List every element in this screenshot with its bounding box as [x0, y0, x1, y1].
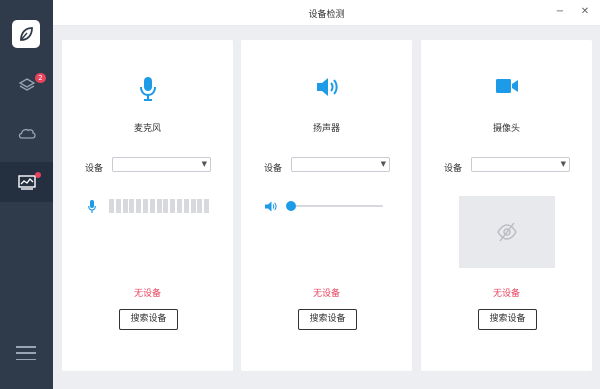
title-bar: 设备检测 − ✕	[53, 0, 600, 26]
camera-title: 摄像头	[492, 124, 520, 134]
notification-dot	[35, 172, 41, 178]
speaker-icon	[316, 78, 338, 96]
menu-icon-line	[16, 352, 36, 354]
video-camera-icon	[495, 79, 518, 93]
level-bar	[142, 199, 148, 213]
microphone-title: 麦克风	[133, 124, 161, 134]
level-bar	[136, 199, 142, 213]
level-bar	[115, 199, 121, 213]
search-device-button[interactable]: 搜索设备	[298, 309, 357, 330]
monitor-chart-icon	[17, 174, 36, 190]
sidebar-item-courses[interactable]	[0, 65, 53, 105]
microphone-device-select[interactable]: ▼	[112, 157, 211, 172]
menu-icon-line	[16, 358, 36, 360]
level-bar	[170, 199, 176, 213]
app-logo[interactable]	[12, 20, 40, 48]
speaker-device-select[interactable]: ▼	[291, 157, 390, 172]
camera-preview	[459, 196, 555, 268]
camera-device-select[interactable]: ▼	[471, 157, 570, 172]
minimize-button[interactable]: −	[552, 4, 568, 20]
menu-icon-line	[16, 346, 36, 348]
notification-badge: 2	[35, 73, 46, 83]
level-bar	[163, 199, 169, 213]
no-camera-icon	[497, 222, 517, 242]
volume-control	[265, 199, 383, 213]
camera-card: 摄像头 设备 ▼ 无设备 搜索设备	[421, 40, 592, 371]
sidebar-item-device-check[interactable]	[0, 162, 53, 202]
search-device-button[interactable]: 搜索设备	[119, 309, 178, 330]
cloud-icon	[18, 128, 36, 139]
minimize-icon: −	[555, 6, 565, 17]
level-bar	[204, 199, 210, 213]
mic-level-meter	[88, 199, 211, 213]
no-device-status: 无设备	[312, 289, 340, 299]
layers-icon	[18, 78, 35, 91]
speaker-title: 扬声器	[312, 124, 340, 134]
no-device-status: 无设备	[133, 289, 161, 299]
dropdown-arrow-icon: ▼	[380, 160, 386, 168]
level-bars	[109, 199, 211, 213]
leaf-icon	[20, 27, 33, 41]
dropdown-arrow-icon: ▼	[201, 160, 207, 168]
window-title: 设备检测	[308, 10, 345, 20]
volume-slider[interactable]	[286, 199, 383, 213]
device-label: 设备	[85, 164, 104, 174]
sidebar: 2	[0, 0, 53, 389]
close-icon: ✕	[580, 6, 590, 17]
microphone-icon	[139, 77, 156, 101]
close-button[interactable]: ✕	[577, 4, 593, 20]
speaker-card: 扬声器 设备 ▼ 无设备 搜索设备	[241, 40, 412, 371]
slider-track	[286, 205, 383, 207]
level-bar	[190, 199, 196, 213]
slider-thumb[interactable]	[286, 201, 296, 211]
microphone-card: 麦克风 设备 ▼ 无设备 搜索设备	[62, 40, 233, 371]
device-label: 设备	[264, 164, 283, 174]
sidebar-item-cloud[interactable]	[0, 113, 53, 153]
level-bar	[122, 199, 128, 213]
menu-button[interactable]	[16, 346, 36, 360]
microphone-small-icon	[88, 199, 96, 213]
level-bar	[197, 199, 203, 213]
level-bar	[109, 199, 114, 213]
volume-icon	[265, 201, 277, 211]
device-label: 设备	[444, 164, 463, 174]
no-device-status: 无设备	[492, 289, 520, 299]
dropdown-arrow-icon: ▼	[560, 160, 566, 168]
level-bar	[156, 199, 162, 213]
level-bar	[129, 199, 135, 213]
level-bar	[183, 199, 189, 213]
level-bar	[149, 199, 155, 213]
level-bar	[176, 199, 182, 213]
search-device-button[interactable]: 搜索设备	[478, 309, 537, 330]
